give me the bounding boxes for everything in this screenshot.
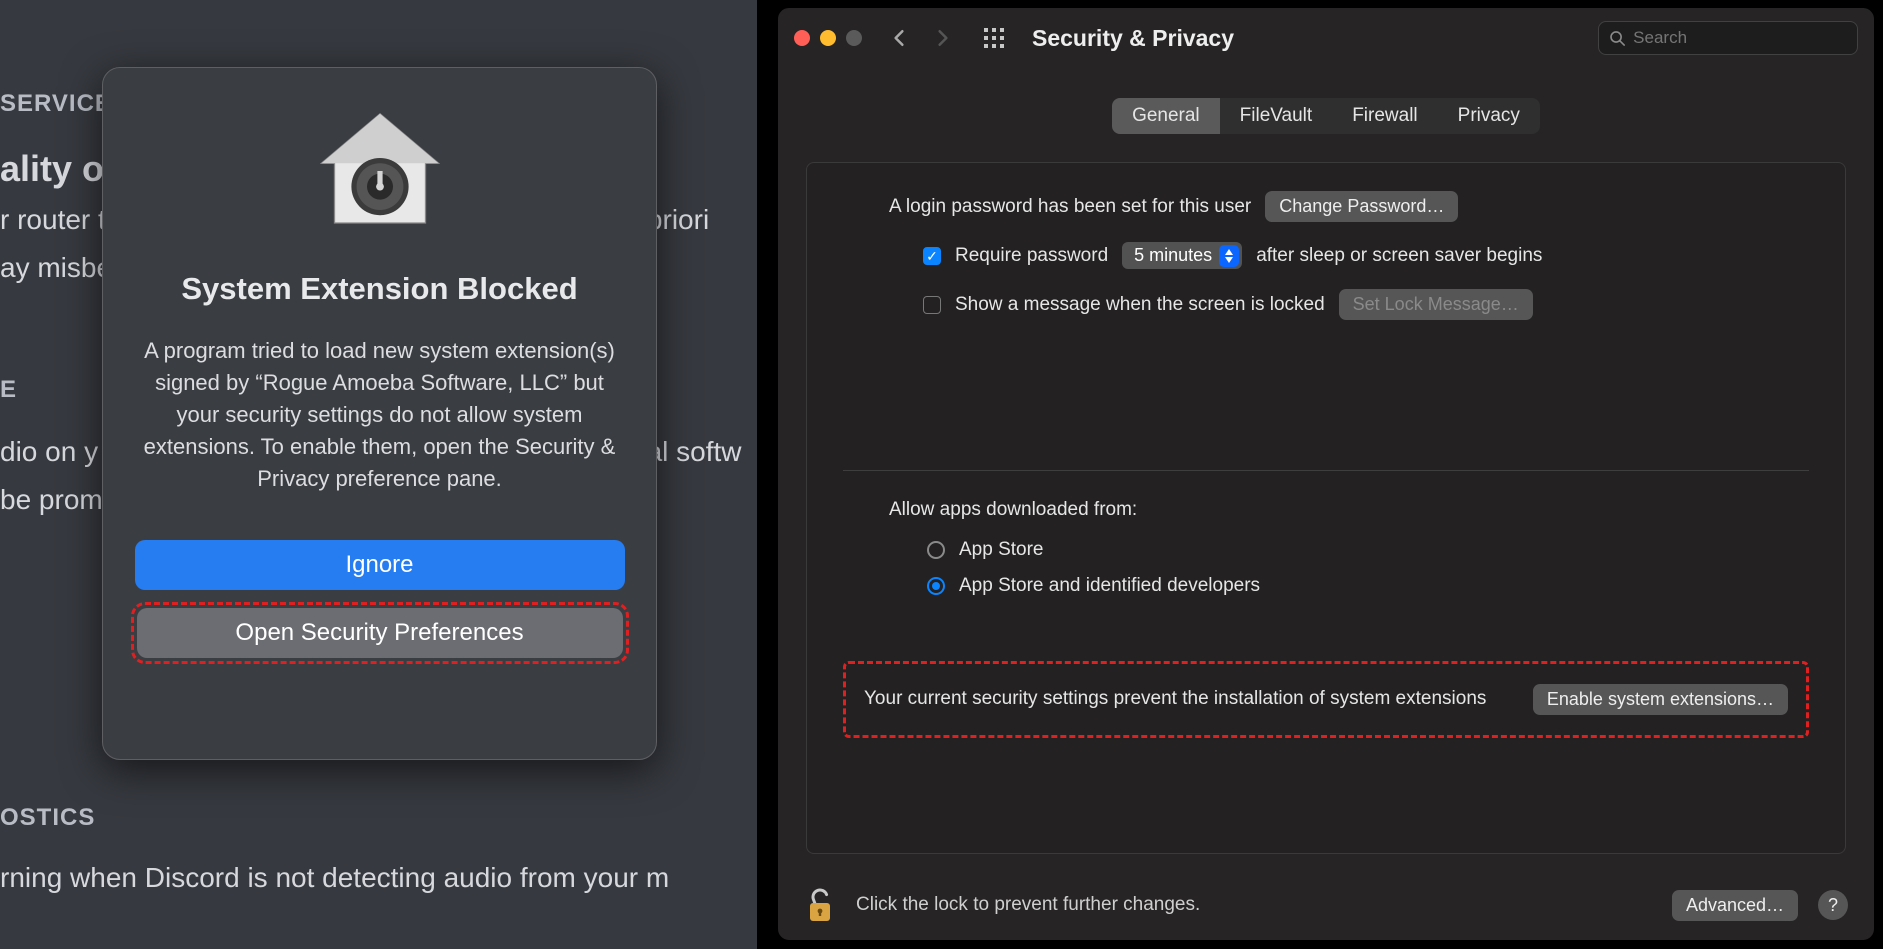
search-field[interactable] [1598, 21, 1858, 55]
bg-heading-e: E [0, 376, 17, 404]
forward-button[interactable] [934, 29, 952, 47]
bg-text: rning when Discord is not detecting audi… [0, 854, 669, 902]
divider [843, 470, 1809, 471]
tab-firewall[interactable]: Firewall [1332, 98, 1437, 134]
tab-privacy[interactable]: Privacy [1438, 98, 1540, 134]
tab-bar: General FileVault Firewall Privacy [1112, 98, 1540, 134]
bg-heading-diagnostics: OSTICS [0, 804, 95, 832]
help-button[interactable]: ? [1818, 890, 1848, 920]
password-delay-value: 5 minutes [1134, 245, 1212, 265]
radio-app-store-label: App Store [959, 539, 1044, 561]
radio-identified-developers-label: App Store and identified developers [959, 575, 1260, 597]
system-extension-alert: System Extension Blocked A program tried… [102, 67, 657, 760]
security-house-icon [315, 106, 445, 241]
tab-general[interactable]: General [1112, 98, 1220, 134]
alert-body: A program tried to load new system exten… [131, 335, 628, 494]
minimize-window-button[interactable] [820, 30, 836, 46]
login-password-text: A login password has been set for this u… [889, 196, 1251, 218]
bg-heading-service: SERVICE [0, 90, 112, 118]
password-delay-popup[interactable]: 5 minutes [1122, 242, 1242, 269]
popup-arrows-icon [1219, 245, 1239, 267]
after-sleep-text: after sleep or screen saver begins [1256, 245, 1542, 267]
require-password-label: Require password [955, 245, 1108, 267]
back-button[interactable] [890, 29, 908, 47]
system-extensions-text: Your current security settings prevent t… [864, 686, 1513, 713]
show-message-checkbox[interactable] [923, 296, 941, 314]
radio-app-store[interactable] [927, 541, 945, 559]
alert-title: System Extension Blocked [181, 271, 577, 307]
radio-identified-developers[interactable] [927, 577, 945, 595]
show-message-label: Show a message when the screen is locked [955, 294, 1325, 316]
system-extensions-notice: Your current security settings prevent t… [843, 661, 1809, 738]
change-password-button[interactable]: Change Password… [1265, 191, 1458, 222]
bg-text: r router t [0, 196, 106, 244]
require-password-checkbox[interactable] [923, 247, 941, 265]
window-footer: Click the lock to prevent further change… [778, 870, 1874, 940]
ignore-button[interactable]: Ignore [135, 540, 625, 590]
close-window-button[interactable] [794, 30, 810, 46]
lock-icon[interactable] [804, 885, 836, 925]
security-privacy-window: Security & Privacy General FileVault Fir… [777, 7, 1875, 941]
show-all-icon[interactable] [982, 26, 1006, 50]
enable-system-extensions-button[interactable]: Enable system extensions… [1533, 684, 1788, 715]
tab-filevault[interactable]: FileVault [1220, 98, 1333, 134]
advanced-button[interactable]: Advanced… [1672, 890, 1798, 921]
set-lock-message-button[interactable]: Set Lock Message… [1339, 289, 1533, 320]
window-titlebar: Security & Privacy [778, 8, 1874, 68]
zoom-window-button[interactable] [846, 30, 862, 46]
window-title: Security & Privacy [1032, 25, 1234, 52]
search-icon [1609, 29, 1625, 47]
bg-text: dio on y [0, 428, 98, 476]
general-pane: A login password has been set for this u… [806, 162, 1846, 854]
allow-apps-heading: Allow apps downloaded from: [843, 499, 1809, 521]
bg-text: ay misbe [0, 244, 112, 292]
bg-text: be prom [0, 476, 103, 524]
lock-hint-text: Click the lock to prevent further change… [856, 894, 1200, 916]
search-input[interactable] [1633, 28, 1847, 48]
open-security-preferences-button[interactable]: Open Security Preferences [137, 608, 623, 658]
